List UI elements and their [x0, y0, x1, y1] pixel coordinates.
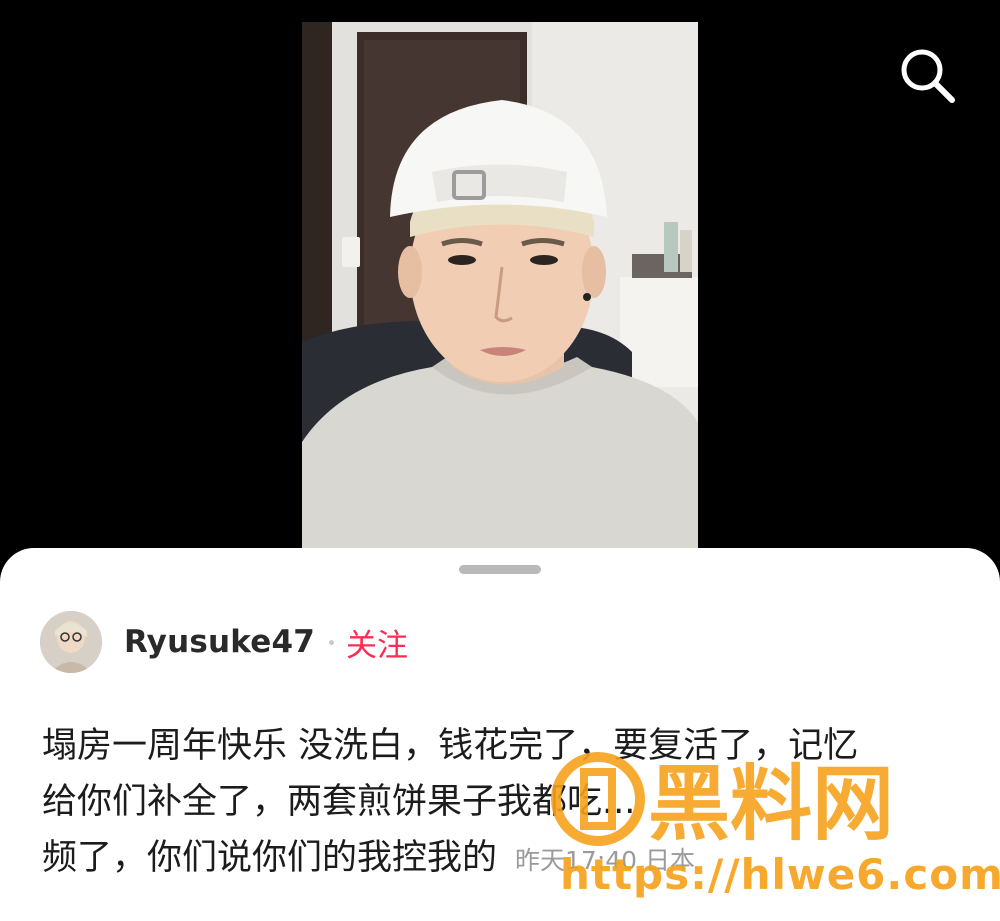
video-player[interactable]	[302, 22, 698, 550]
author-row: Ryusuke47 关注	[40, 610, 408, 674]
search-button[interactable]	[898, 46, 958, 106]
avatar[interactable]	[40, 611, 102, 673]
follow-button[interactable]: 关注	[346, 620, 408, 665]
watermark-logo-text: 黑料网	[648, 757, 894, 852]
search-icon	[901, 49, 955, 103]
watermark-logo: 黑料网	[551, 752, 894, 852]
author-username[interactable]: Ryusuke47	[124, 624, 315, 660]
avatar-image	[40, 611, 102, 673]
watermark-url: https://hlwe6.com	[560, 850, 1000, 899]
video-frame	[302, 22, 698, 550]
caption-line-text: 频了，你们说你们的我控我的	[42, 838, 498, 878]
video-screen: Ryusuke47 关注 塌房一周年快乐 没洗白，钱花完了，要复活了，记忆 给你…	[0, 0, 1000, 921]
sheet-drag-handle[interactable]	[459, 565, 541, 574]
separator-dot	[329, 639, 335, 645]
description-sheet: Ryusuke47 关注 塌房一周年快乐 没洗白，钱花完了，要复活了，记忆 给你…	[0, 548, 1000, 921]
